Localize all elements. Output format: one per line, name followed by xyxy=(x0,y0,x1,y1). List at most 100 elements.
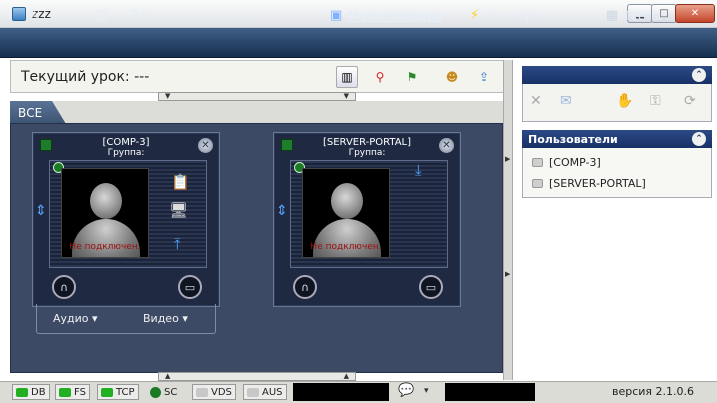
users-icon: ☻ xyxy=(445,70,459,84)
hand-icon[interactable]: ✋ xyxy=(616,93,633,109)
collapse-icon[interactable]: ⌃ xyxy=(692,68,706,82)
headphones-button[interactable]: ∩ xyxy=(293,275,317,299)
user-status-icon xyxy=(532,158,543,167)
status-field xyxy=(293,383,389,401)
avatar-body xyxy=(72,219,140,257)
lesson-label: Текущий урок: xyxy=(21,69,130,85)
pin-button[interactable]: ⚲ xyxy=(369,66,391,88)
upload-icon[interactable]: ⤒ xyxy=(174,235,181,253)
screen-button[interactable]: ▭ xyxy=(178,275,202,299)
up-down-arrows-icon[interactable]: ⇕ xyxy=(35,203,47,219)
key-icon[interactable]: ⚿ xyxy=(650,93,661,109)
main-toolbar xyxy=(0,28,717,58)
user-item[interactable]: [COMP-3] xyxy=(532,156,601,169)
connection-status: Не подключен. xyxy=(310,242,382,252)
collapse-icon[interactable]: ⌃ xyxy=(692,132,706,146)
status-led-icon xyxy=(196,387,208,397)
screen-button[interactable]: ▭ xyxy=(419,275,443,299)
monitor-icon: ▭ xyxy=(425,280,437,294)
collapse-arrow-icon[interactable]: ▶ xyxy=(505,155,510,163)
tests-icon: ▦ xyxy=(606,8,619,23)
users-button[interactable]: ☻ xyxy=(441,66,463,88)
close-icon: ✕ xyxy=(201,140,210,151)
headphones-icon: ∩ xyxy=(59,280,69,294)
user-item[interactable]: [SERVER-PORTAL] xyxy=(532,177,646,190)
flag-button[interactable]: ⚑ xyxy=(401,66,423,88)
avatar-head xyxy=(331,183,363,219)
bottom-dropdown-handle[interactable]: ▲ ▲ xyxy=(158,372,356,381)
mail-icon[interactable]: ✉ xyxy=(560,93,572,109)
nav-tests[interactable]: ▦ Тесты xyxy=(606,8,661,23)
users-panel-title: Пользователи xyxy=(528,133,618,146)
media-controls: Аудио ▾ Видео ▾ xyxy=(36,304,216,334)
clipboard-icon[interactable]: 📋 xyxy=(171,173,190,191)
settings-dropdown-icon[interactable]: ⚙▾ xyxy=(128,7,148,23)
workstation-name: [SERVER-PORTAL] xyxy=(322,137,412,148)
collapse-arrow-icon[interactable]: ▶ xyxy=(505,270,510,278)
multimedia-icon: ▣ xyxy=(330,8,343,23)
dropdown-arrow-icon: ▲ xyxy=(165,372,171,380)
chat-icon[interactable]: 💬 xyxy=(398,383,414,398)
stats-button[interactable]: ▥ xyxy=(336,66,358,88)
dropdown-arrow-icon: ▾ xyxy=(182,312,188,325)
card-close-button[interactable]: ✕ xyxy=(439,138,454,153)
users-panel-header: Пользователи ⌃ xyxy=(522,130,712,148)
lesson-dropdown-handle[interactable]: ▼ ▼ xyxy=(158,92,356,101)
status-vds: VDS xyxy=(192,384,236,400)
dropdown-arrow-icon: ▾ xyxy=(92,312,98,325)
workstation-group: Группа: xyxy=(348,148,386,158)
download-icon[interactable]: ⤓ xyxy=(415,161,422,179)
avatar-body xyxy=(313,219,381,257)
status-led-icon xyxy=(101,387,113,397)
lesson-value: --- xyxy=(134,69,150,85)
pin-icon: ⚲ xyxy=(375,70,385,84)
status-field xyxy=(445,383,535,401)
dropdown-arrow-icon: ▼ xyxy=(165,92,171,100)
search-icon[interactable]: ⌕ xyxy=(62,7,70,23)
status-led-icon xyxy=(150,386,161,398)
audio-dropdown[interactable]: Аудио ▾ xyxy=(53,312,98,325)
status-db: DB xyxy=(12,384,50,400)
panel-splitter[interactable]: ▶ ▶ xyxy=(503,60,513,380)
status-led-icon xyxy=(59,387,71,397)
nav-multimedia[interactable]: ▣ Мультимедиа xyxy=(330,8,443,23)
tab-strip xyxy=(10,101,505,123)
status-fs: FS xyxy=(55,384,90,400)
close-icon: ✕ xyxy=(690,8,700,19)
mute-icon[interactable]: ✕ xyxy=(530,93,542,109)
user-status-icon xyxy=(532,179,543,188)
chart-icon: ▥ xyxy=(341,70,353,84)
tools-panel-header: ⌃ xyxy=(522,66,712,84)
workstation-name: [COMP-3] xyxy=(102,137,150,148)
workstation-card[interactable]: [COMP-3] Группа: ✕ Не подключен. ⇕ 📋 🖥 ⤒… xyxy=(32,132,220,307)
tools-icon[interactable]: ✎ xyxy=(28,7,40,23)
avatar-head xyxy=(90,183,122,219)
workstation-group: Группа: xyxy=(107,148,145,158)
export-icon: ⇪ xyxy=(478,70,490,84)
status-sc: SC xyxy=(147,384,180,400)
up-down-arrows-icon[interactable]: ⇕ xyxy=(276,203,288,219)
workstation-card[interactable]: [SERVER-PORTAL] Группа: ✕ Не подключен. … xyxy=(273,132,461,307)
dropdown-arrow-icon: ▲ xyxy=(343,372,349,380)
close-button[interactable]: ✕ xyxy=(675,4,715,23)
status-led-icon xyxy=(16,387,28,397)
video-dropdown[interactable]: Видео ▾ xyxy=(143,312,188,325)
version-label: версия 2.1.0.6 xyxy=(612,385,695,398)
lesson-bar: Текущий урок: --- ▥ ⚲ ⚑ ☻ ⇪ xyxy=(10,60,505,93)
card-close-button[interactable]: ✕ xyxy=(198,138,213,153)
document-icon[interactable]: ▤ xyxy=(96,7,109,23)
monitor-icon: ▭ xyxy=(184,280,196,294)
status-aus: AUS xyxy=(243,384,287,400)
export-button[interactable]: ⇪ xyxy=(473,66,495,88)
connection-status: Не подключен. xyxy=(69,242,141,252)
headphones-button[interactable]: ∩ xyxy=(52,275,76,299)
refresh-icon[interactable]: ⟳ xyxy=(684,93,696,109)
computers-icon[interactable]: 🖥 xyxy=(169,201,188,219)
flag-icon: ⚑ xyxy=(406,70,418,84)
nav-lingafon[interactable]: ⚡ Лингафон xyxy=(470,8,548,23)
app-icon xyxy=(12,7,26,21)
avatar: Не подключен. xyxy=(61,168,149,258)
lightning-icon: ⚡ xyxy=(470,8,480,23)
status-tcp: TCP xyxy=(97,384,139,400)
dropdown-arrow-icon[interactable]: ▾ xyxy=(424,386,429,396)
